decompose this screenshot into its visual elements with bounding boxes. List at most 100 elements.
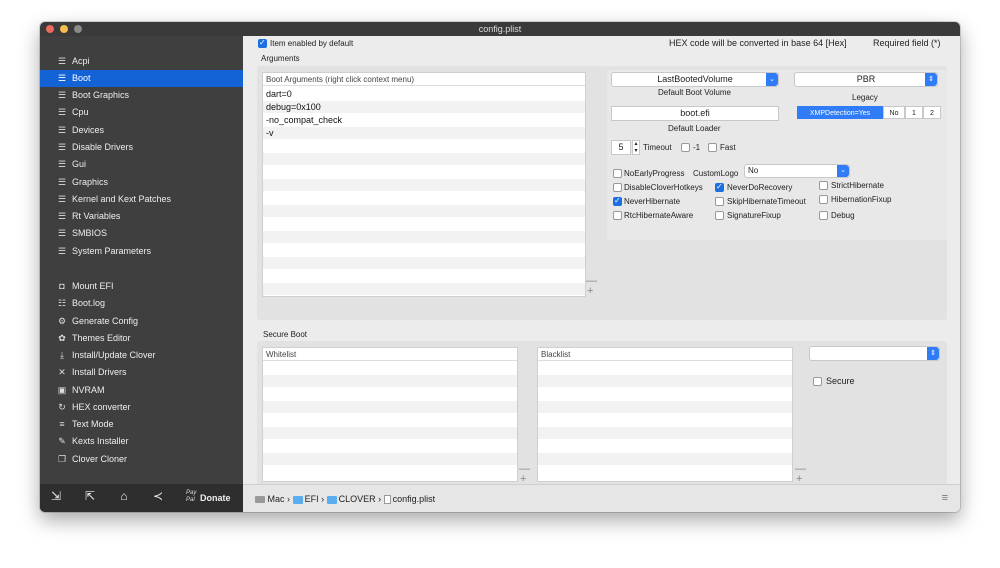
minus-one-checkbox[interactable]: [681, 143, 690, 152]
hibernation-fixup-checkbox[interactable]: [819, 195, 828, 204]
xmp-2-segment[interactable]: 2: [923, 106, 941, 119]
sidebar-item-boot-graphics[interactable]: ☰ Boot Graphics: [40, 87, 243, 104]
secure-boot-title: Secure Boot: [263, 330, 308, 339]
xmp-no-segment[interactable]: No: [883, 106, 905, 119]
sidebar-item-cpu[interactable]: ☰ Cpu: [40, 104, 243, 121]
tool-label: Generate Config: [72, 316, 139, 326]
zoom-window-button[interactable]: [74, 25, 82, 33]
tool-nvram[interactable]: ▣ NVRAM: [40, 382, 243, 399]
never-hibernate-checkbox[interactable]: [613, 196, 622, 206]
sidebar-item-disable-drivers[interactable]: ☰ Disable Drivers: [40, 139, 243, 156]
tool-label: NVRAM: [72, 385, 105, 395]
add-blacklist-button[interactable]: +: [796, 474, 802, 485]
tool-install-drivers[interactable]: ✕ Install Drivers: [40, 364, 243, 381]
add-whitelist-button[interactable]: +: [520, 474, 526, 485]
tool-text-mode[interactable]: ≡ Text Mode: [40, 416, 243, 433]
sidebar-item-graphics[interactable]: ☰ Graphics: [40, 174, 243, 191]
list-icon: ☰: [57, 142, 67, 152]
breadcrumb-item[interactable]: Mac: [268, 494, 285, 504]
empty-row: [263, 140, 585, 152]
close-window-button[interactable]: [46, 25, 54, 33]
tool-hex-converter[interactable]: ↻ HEX converter: [40, 399, 243, 416]
skip-hibernate-timeout-checkbox[interactable]: [715, 197, 724, 206]
disable-clover-hotkeys-label: DisableCloverHotkeys: [624, 183, 703, 192]
sidebar-item-label: Kernel and Kext Patches: [72, 194, 172, 204]
empty-row: [263, 427, 517, 439]
share-icon[interactable]: ≺: [150, 489, 166, 503]
table-row[interactable]: -v: [263, 127, 585, 139]
list-icon: ☰: [57, 246, 67, 256]
tool-label: Install/Update Clover: [72, 350, 156, 360]
no-early-progress-label: NoEarlyProgress: [624, 169, 685, 178]
sidebar-item-smbios[interactable]: ☰ SMBIOS: [40, 225, 243, 242]
list-icon: ☰: [57, 107, 67, 117]
download-icon: ⤓: [60, 350, 64, 360]
breadcrumb-item[interactable]: CLOVER: [339, 494, 376, 504]
strict-hibernate-checkbox[interactable]: [819, 181, 828, 190]
tool-clover-cloner[interactable]: ❐ Clover Cloner: [40, 451, 243, 468]
rtc-hibernate-aware-checkbox[interactable]: [613, 211, 622, 220]
secure-boot-policy-select[interactable]: ⇕: [809, 346, 940, 361]
home-icon[interactable]: ⌂: [116, 489, 132, 503]
secure-checkbox[interactable]: [813, 377, 822, 386]
sidebar-item-gui[interactable]: ☰ Gui: [40, 156, 243, 173]
legacy-value: PBR: [856, 74, 876, 84]
main-panel: Item enabled by default HEX code will be…: [243, 36, 960, 492]
xmp-yes-segment[interactable]: XMPDetection=Yes: [797, 106, 883, 119]
table-row[interactable]: debug=0x100: [263, 101, 585, 113]
table-row[interactable]: -no_compat_check: [263, 114, 585, 126]
breadcrumb: Mac › EFI › CLOVER › config.plist: [255, 494, 436, 505]
debug-checkbox[interactable]: [819, 211, 828, 220]
tool-themes-editor[interactable]: ✿ Themes Editor: [40, 330, 243, 347]
tool-install-update-clover[interactable]: ⤓ Install/Update Clover: [40, 347, 243, 364]
blacklist-table[interactable]: Blacklist: [537, 347, 793, 482]
breadcrumb-item[interactable]: config.plist: [393, 494, 436, 504]
timeout-field[interactable]: 5: [611, 140, 631, 155]
custom-logo-select[interactable]: No ⌄: [744, 164, 850, 178]
empty-row: [538, 375, 792, 387]
no-early-progress-checkbox[interactable]: [613, 169, 622, 178]
tool-label: Themes Editor: [72, 333, 131, 343]
import-icon[interactable]: ⇲: [48, 489, 64, 503]
breadcrumb-item[interactable]: EFI: [305, 494, 319, 504]
breadcrumb-separator: ›: [378, 494, 382, 504]
sidebar-item-rt-variables[interactable]: ☰ Rt Variables: [40, 208, 243, 225]
sidebar-item-kernel-kext-patches[interactable]: ☰ Kernel and Kext Patches: [40, 191, 243, 208]
timeout-stepper[interactable]: ▴ ▾: [632, 140, 640, 155]
window-title: config.plist: [478, 24, 522, 34]
boot-args-table[interactable]: Boot Arguments (right click context menu…: [262, 72, 586, 297]
sidebar-item-system-parameters[interactable]: ☰ System Parameters: [40, 243, 243, 260]
never-do-recovery-checkbox[interactable]: [715, 182, 724, 192]
disable-clover-hotkeys-checkbox[interactable]: [613, 183, 622, 192]
legacy-select[interactable]: PBR ⇕: [794, 72, 938, 87]
signature-fixup-checkbox[interactable]: [715, 211, 724, 220]
default-boot-volume-select[interactable]: LastBootedVolume ⌄: [611, 72, 779, 87]
fast-checkbox[interactable]: [708, 143, 717, 152]
donate-button[interactable]: Donate: [200, 493, 231, 503]
add-arg-button[interactable]: +: [587, 286, 593, 297]
empty-row: [263, 257, 585, 269]
sidebar-item-boot[interactable]: ☰ Boot: [40, 70, 243, 87]
list-icon: ☰: [57, 159, 67, 169]
menu-lines-icon[interactable]: ≡: [942, 492, 948, 504]
item-enabled-checkbox[interactable]: [258, 38, 267, 48]
text-icon: ≡: [59, 419, 65, 429]
default-boot-volume-value: LastBootedVolume: [657, 74, 733, 84]
tool-kexts-installer[interactable]: ✎ Kexts Installer: [40, 433, 243, 450]
whitelist-table[interactable]: Whitelist: [262, 347, 518, 482]
export-icon[interactable]: ⇱: [82, 489, 98, 503]
tool-mount-efi[interactable]: ◘ Mount EFI: [40, 278, 243, 295]
empty-row: [263, 179, 585, 191]
sidebar-item-label: Cpu: [72, 107, 89, 117]
sidebar-item-acpi[interactable]: ☰ Acpi: [40, 53, 243, 70]
sidebar-item-devices[interactable]: ☰ Devices: [40, 122, 243, 139]
xmp-1-segment[interactable]: 1: [905, 106, 923, 119]
minimize-window-button[interactable]: [60, 25, 68, 33]
default-loader-field[interactable]: boot.efi: [611, 106, 779, 121]
table-row[interactable]: dart=0: [263, 88, 585, 100]
tool-boot-log[interactable]: ☷ Boot.log: [40, 295, 243, 312]
tool-generate-config[interactable]: ⚙ Generate Config: [40, 313, 243, 330]
sidebar: ☰ Acpi ☰ Boot ☰ Boot Graphics ☰ Cpu ☰ Devices…: [40, 36, 243, 512]
sidebar-item-label: Boot: [72, 73, 91, 83]
timeout-label: Timeout: [643, 143, 672, 152]
